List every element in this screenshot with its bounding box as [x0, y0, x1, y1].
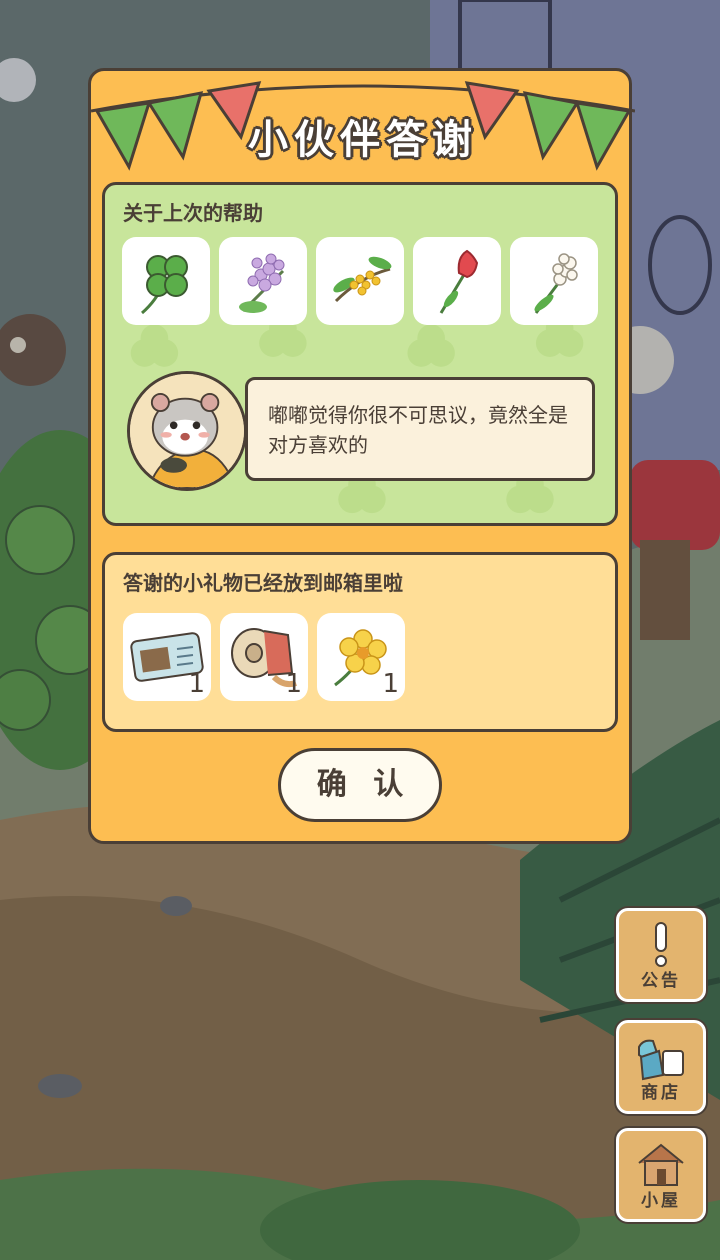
- gift-quantity: 1: [188, 669, 205, 699]
- gift-slot[interactable]: 1: [123, 613, 211, 701]
- help-section-panel: 关于上次的帮助 嘟嘟觉得你很不可思议，竟然全是对方喜欢的: [102, 182, 618, 526]
- hamster-icon: [130, 374, 244, 488]
- shop-label: 商店: [641, 1083, 681, 1103]
- shop-button[interactable]: 商店: [616, 1020, 706, 1114]
- item-slot[interactable]: [413, 237, 501, 325]
- gift-quantity: 1: [285, 669, 302, 699]
- gift-quantity: 1: [382, 669, 399, 699]
- help-section-title: 关于上次的帮助: [123, 201, 263, 225]
- four-leaf-clover-icon: [141, 255, 188, 315]
- dialog-title: 小伙伴答谢: [248, 117, 478, 163]
- gift-slot[interactable]: 1: [220, 613, 308, 701]
- item-slot[interactable]: [510, 237, 598, 325]
- gift-section-panel: 答谢的小礼物已经放到邮箱里啦 1 1 1: [102, 552, 618, 732]
- house-label: 小屋: [641, 1191, 681, 1211]
- tulip-icon: [439, 249, 479, 314]
- speech-bubble: 嘟嘟觉得你很不可思议，竟然全是对方喜欢的: [245, 377, 595, 481]
- hamster-avatar: [127, 371, 247, 491]
- house-icon: [638, 1143, 684, 1186]
- item-slot[interactable]: [122, 237, 210, 325]
- hyacinth-icon: [534, 253, 578, 314]
- item-slot[interactable]: [316, 237, 404, 325]
- gifts-row: 1 1 1: [123, 613, 405, 701]
- gift-section-title: 答谢的小礼物已经放到邮箱里啦: [123, 571, 403, 595]
- gifted-items-row: [122, 237, 598, 325]
- lilac-icon: [239, 253, 285, 313]
- shop-bags-icon: [638, 1039, 684, 1081]
- exclamation-icon: [655, 922, 667, 967]
- confirm-button[interactable]: 确 认: [278, 748, 442, 822]
- house-button[interactable]: 小屋: [616, 1128, 706, 1222]
- notice-button[interactable]: 公告: [616, 908, 706, 1002]
- notice-label: 公告: [641, 971, 681, 991]
- osmanthus-icon: [333, 256, 392, 303]
- item-slot[interactable]: [219, 237, 307, 325]
- gift-slot[interactable]: 1: [317, 613, 405, 701]
